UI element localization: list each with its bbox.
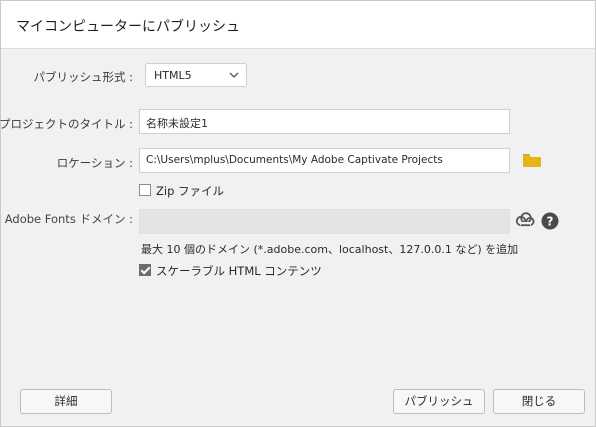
chevron-down-icon xyxy=(229,72,239,78)
adobe-fonts-label: Adobe Fonts ドメイン : xyxy=(4,212,133,226)
publish-format-label: パブリッシュ形式 : xyxy=(33,70,133,84)
location-label: ロケーション : xyxy=(56,156,133,170)
location-value: C:\Users\mplus\Documents\My Adobe Captiv… xyxy=(146,154,443,166)
adobe-fonts-hint: 最大 10 個のドメイン (*.adobe.com、localhost、127.… xyxy=(141,243,519,256)
scalable-html-label: スケーラブル HTML コンテンツ xyxy=(156,264,322,278)
project-title-label: プロジェクトのタイトル : xyxy=(0,117,133,131)
adobe-fonts-domain-input[interactable] xyxy=(139,209,510,234)
publish-dialog: マイコンピューターにパブリッシュ パブリッシュ形式 : HTML5 プロジェクト… xyxy=(0,0,596,427)
zip-checkbox[interactable] xyxy=(139,184,151,196)
dialog-title: マイコンピューターにパブリッシュ xyxy=(16,19,240,35)
folder-icon[interactable] xyxy=(523,153,541,167)
scalable-html-checkbox[interactable] xyxy=(139,264,151,276)
details-button[interactable]: 詳細 xyxy=(20,389,112,414)
creative-cloud-icon[interactable] xyxy=(515,212,535,228)
zip-label: Zip ファイル xyxy=(156,184,225,198)
help-icon[interactable]: ? xyxy=(541,212,559,230)
svg-text:?: ? xyxy=(547,215,554,229)
location-input[interactable]: C:\Users\mplus\Documents\My Adobe Captiv… xyxy=(139,148,510,173)
close-button[interactable]: 閉じる xyxy=(493,389,585,414)
project-title-value: 名称未設定1 xyxy=(146,117,208,130)
publish-format-value: HTML5 xyxy=(154,69,192,82)
project-title-input[interactable]: 名称未設定1 xyxy=(139,109,510,134)
publish-format-select[interactable]: HTML5 xyxy=(145,63,247,87)
title-bar: マイコンピューターにパブリッシュ xyxy=(1,1,595,49)
publish-button[interactable]: パブリッシュ xyxy=(393,389,485,414)
